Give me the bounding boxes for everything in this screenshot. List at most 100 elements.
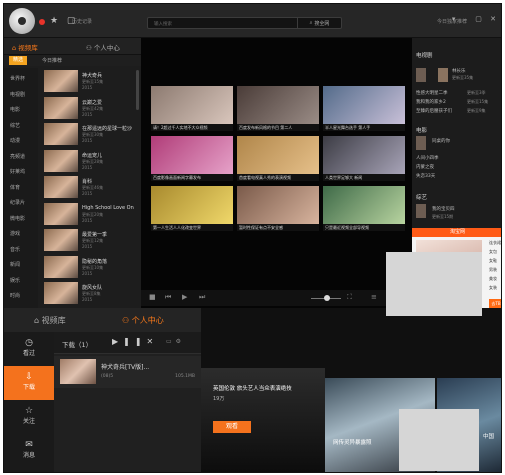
subnav-today[interactable]: 今日推荐 <box>42 57 62 64</box>
movie-item-name[interactable]: 内蒙之夜 <box>416 164 434 170</box>
grid-video[interactable]: 人类世界足够大 新闻 <box>323 136 405 181</box>
tv-item-name[interactable]: 林长乐 <box>452 68 466 74</box>
grid-video[interactable]: 百度影像画面新闻字幕发布 <box>151 136 233 181</box>
category-item[interactable]: 动漫 <box>10 137 20 144</box>
notification-dot <box>39 19 45 25</box>
tv-item-name[interactable]: 性感大明星二季 <box>416 90 448 96</box>
next-icon[interactable]: ⏭ <box>199 293 205 302</box>
prev-icon[interactable]: ⏮ <box>165 293 171 302</box>
category-item[interactable]: 综艺 <box>10 122 20 129</box>
category-item[interactable]: 体育 <box>10 184 20 191</box>
tv-item-name[interactable]: 我和我的家乡2 <box>416 99 446 105</box>
grid-video[interactable]: 首度看电视真人秀的表演视频 <box>237 136 319 181</box>
nav-download[interactable]: ⇩ 下载 <box>4 366 54 400</box>
tab-video-library[interactable]: ⌂ 视频库 <box>12 42 38 52</box>
nav-follow[interactable]: ☆ 关注 <box>4 400 54 434</box>
category-item[interactable]: 游戏 <box>10 230 20 237</box>
download-controls[interactable]: ▶❚❚✕ <box>112 337 158 346</box>
video-thumbnail <box>44 282 78 304</box>
tv-item-meta: 更新至15集 <box>467 99 489 104</box>
history-link[interactable]: 历史记录 <box>72 18 92 25</box>
category-item[interactable]: 时尚 <box>10 292 20 299</box>
search-button[interactable]: ⌕ 搜全网 <box>297 18 341 28</box>
tv-thumb[interactable] <box>416 68 426 82</box>
grid-caption: 首度看电视真人秀的表演视频 <box>237 174 319 181</box>
video-list-item[interactable]: 神犬奇兵 更新至15集 2015 <box>44 70 139 96</box>
category-item[interactable]: 亮频道 <box>10 153 25 160</box>
video-list-item[interactable]: 肖科 更新至46集 2015 <box>44 176 139 202</box>
video-list-item[interactable]: 命运宠儿 更新至28集 2015 <box>44 149 139 176</box>
category-item[interactable]: 娱乐 <box>10 277 20 284</box>
search-box[interactable]: 输入搜索 ⌕ 搜全网 <box>147 17 342 29</box>
nav-history[interactable]: ◷ 看过 <box>4 332 54 366</box>
category-item[interactable]: 好莱坞 <box>10 168 25 175</box>
video-list-item[interactable]: High School Love On 更新至20集 2015 <box>44 202 139 229</box>
grid-thumbnail <box>323 136 405 174</box>
list-scrollbar[interactable] <box>136 70 139 110</box>
movie-item-name[interactable]: 失恋33天 <box>416 173 435 179</box>
ad-category[interactable]: 男装 <box>489 265 501 274</box>
variety-thumb[interactable] <box>416 204 426 218</box>
ad-category[interactable]: 女装 <box>489 283 501 292</box>
movie-item-name[interactable]: 人间小四季 <box>416 155 439 161</box>
video-player[interactable]: 请！2超过千人实地不大众视频 百度发布新风格的节目 第二人 半人星光舞台选手 第人手… <box>141 38 412 308</box>
tab-personal-center[interactable]: ⚇ 个人中心 <box>86 42 120 52</box>
grid-video[interactable]: 半人星光舞台选手 第人手 <box>323 86 405 131</box>
nav-messages[interactable]: ✉ 消息 <box>4 434 54 468</box>
video-title: High School Love On <box>82 204 134 211</box>
video-title: 最爱第一季 <box>82 232 108 238</box>
subnav-featured[interactable]: 精选 <box>9 56 28 65</box>
grid-video[interactable]: 百度发布新风格的节目 第二人 <box>237 86 319 131</box>
video-year: 2015 <box>82 85 93 90</box>
tv-item-name[interactable]: 至臻的后腰孩子们 <box>416 108 452 114</box>
grid-video[interactable]: 只是最近视频全部导视频 <box>323 186 405 231</box>
video-list-item[interactable]: 隐秘的角落 更新至10集 2015 <box>44 255 139 282</box>
movie-thumb[interactable] <box>416 136 426 150</box>
video-list-item[interactable]: 在那遥远的星球一粒沙 更新至30集 2015 <box>44 123 139 149</box>
video-title: 旋风女队 <box>82 285 103 291</box>
ad-button[interactable]: 去TB <box>489 299 501 308</box>
video-thumbnail <box>44 176 78 198</box>
category-item[interactable]: 新闻 <box>10 261 20 268</box>
tv-item-meta: 更新至3季 <box>467 90 486 95</box>
variety-item-name[interactable]: 我的宝贝四 <box>432 206 455 212</box>
grid-video[interactable]: 暂时性保证有点不安全感 <box>237 186 319 231</box>
video-list-item[interactable]: 旋风女队 更新至8集 2015 <box>44 282 139 308</box>
window-controls[interactable]: ▾ – ▢ ✕ <box>452 15 499 23</box>
watch-button[interactable]: 观看 <box>213 421 251 433</box>
category-item[interactable]: 音乐 <box>10 246 20 253</box>
ad-category[interactable]: 女鞋 <box>489 256 501 265</box>
grid-caption: 人类世界足够大 新闻 <box>323 174 405 181</box>
category-item[interactable]: 微电影 <box>10 215 25 222</box>
tab-personal-center-lower[interactable]: ⚇ 个人中心 <box>122 315 164 326</box>
tv-thumb-2[interactable] <box>438 68 448 82</box>
grid-thumbnail <box>237 186 319 224</box>
ad-category[interactable]: 连衣裙 <box>489 238 501 247</box>
video-title: 神犬奇兵 <box>82 73 103 79</box>
grid-caption: 第一人生活人人化改变世界 <box>151 224 233 231</box>
video-list-item[interactable]: 云巅之爱 更新至42集 2015 <box>44 96 139 123</box>
fullscreen-icon[interactable]: ⛶ <box>347 293 352 302</box>
play-icon[interactable]: ▶ <box>182 293 187 301</box>
stop-icon[interactable]: ■ <box>149 293 156 301</box>
search-input[interactable]: 输入搜索 <box>154 21 172 27</box>
video-list-item[interactable]: 最爱第一季 更新至12集 2015 <box>44 229 139 255</box>
folder-settings-icons[interactable]: ▭⚙ <box>166 338 185 345</box>
download-item[interactable]: 神犬奇兵[TV版]... (08)5 105.1MB <box>54 356 201 388</box>
category-item[interactable]: 电影 <box>10 106 20 113</box>
video-year: 2015 <box>82 111 93 117</box>
category-item[interactable]: 世界杯 <box>10 75 25 82</box>
grid-video[interactable]: 请！2超过千人实地不大众视频 <box>151 86 233 131</box>
category-item[interactable]: 纪录片 <box>10 199 25 206</box>
promo-view-count: 19万 <box>213 396 225 402</box>
app-logo[interactable] <box>9 8 35 34</box>
tab-video-library-lower[interactable]: ⌂ 视频库 <box>34 315 66 326</box>
ad-category[interactable]: 女包 <box>489 247 501 256</box>
category-item[interactable]: 电视剧 <box>10 91 25 98</box>
volume-knob[interactable] <box>324 295 330 301</box>
ad-category[interactable]: 美妆 <box>489 274 501 283</box>
list-icon[interactable]: ≡ <box>371 293 377 301</box>
movie-item-name[interactable]: 同桌的你 <box>432 138 450 144</box>
clock-icon: ◷ <box>25 338 33 348</box>
grid-video[interactable]: 第一人生活人人化改变世界 <box>151 186 233 231</box>
